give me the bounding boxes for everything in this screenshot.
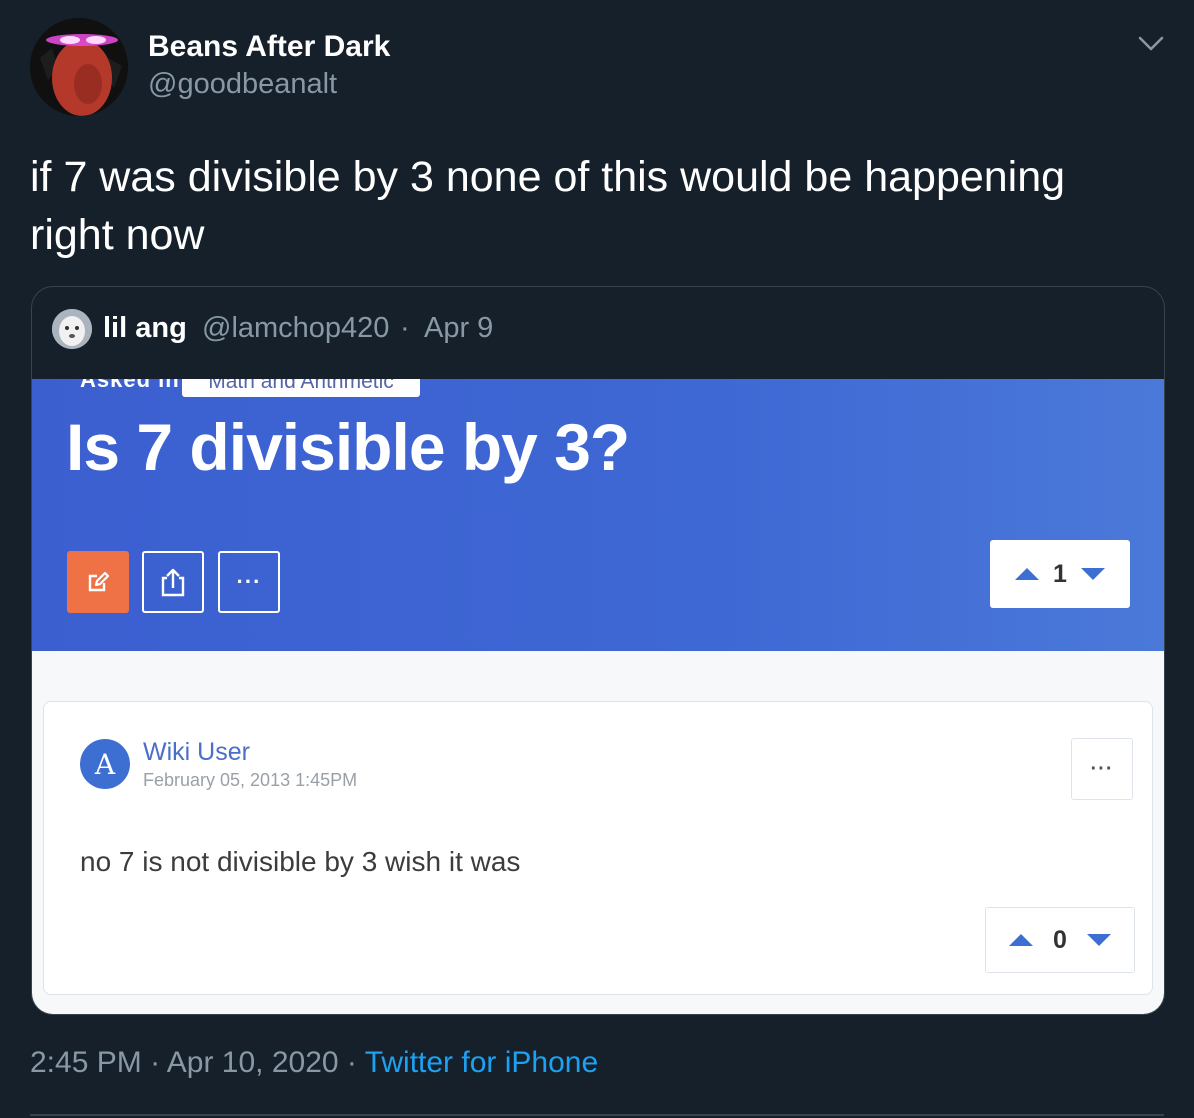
answer-date: February 05, 2013 1:45PM xyxy=(143,770,358,790)
quoted-author-handle[interactable]: @lamchop420 xyxy=(202,312,389,345)
tweet-text: if 7 was divisible by 3 none of this wou… xyxy=(30,153,1066,259)
separator-dot: · xyxy=(150,1046,161,1079)
question-banner: Asked in Math and Arithmetic Is 7 divisi… xyxy=(32,379,1164,651)
ghost-avatar-image xyxy=(52,309,92,349)
share-icon xyxy=(161,568,185,597)
question-vote-count: 1 xyxy=(1053,559,1067,588)
downvote-icon xyxy=(1086,934,1111,946)
upvote-icon xyxy=(1015,568,1040,580)
answer-vote-count: 0 xyxy=(1053,925,1067,954)
category-tag: Math and Arithmetic xyxy=(182,379,420,397)
quoted-author-name[interactable]: lil ang xyxy=(103,312,187,345)
tweet-date[interactable]: Apr 10, 2020 xyxy=(167,1046,339,1079)
tweet-metadata: 2:45 PM · Apr 10, 2020 · Twitter for iPh… xyxy=(30,1046,598,1080)
edit-icon xyxy=(88,571,110,592)
answer-author-name: Wiki User xyxy=(143,738,250,766)
more-options-button: ··· xyxy=(218,551,280,613)
question-title: Is 7 divisible by 3? xyxy=(66,410,630,484)
answer-author-avatar: A xyxy=(80,739,130,789)
quoted-tweet-date[interactable]: Apr 9 xyxy=(424,312,493,345)
divider xyxy=(30,1114,1164,1116)
answer-vote-widget: 0 xyxy=(985,907,1135,973)
quoted-author-avatar[interactable] xyxy=(52,309,92,349)
edit-button xyxy=(67,551,129,613)
upvote-icon xyxy=(1009,934,1034,946)
quoted-tweet-card[interactable]: lil ang @lamchop420 · Apr 9 Asked in Mat… xyxy=(31,286,1165,1015)
answer-card: A Wiki User February 05, 2013 1:45PM ···… xyxy=(43,701,1153,995)
bean-avatar-image xyxy=(30,18,128,116)
author-display-name[interactable]: Beans After Dark xyxy=(148,30,390,64)
client-link[interactable]: Twitter for iPhone xyxy=(365,1046,598,1079)
separator-dot: · xyxy=(346,1046,357,1079)
quoted-screenshot-image[interactable]: Asked in Math and Arithmetic Is 7 divisi… xyxy=(32,379,1164,1014)
downvote-icon xyxy=(1080,568,1105,580)
chevron-down-icon[interactable] xyxy=(1134,30,1168,58)
share-button xyxy=(142,551,204,613)
author-avatar[interactable] xyxy=(30,18,128,116)
question-vote-widget: 1 xyxy=(990,540,1130,608)
tweet-time[interactable]: 2:45 PM xyxy=(30,1046,142,1079)
author-handle[interactable]: @goodbeanalt xyxy=(148,68,337,101)
separator-dot: · xyxy=(400,312,410,344)
answer-more-button: ··· xyxy=(1071,738,1133,800)
asked-in-label: Asked in xyxy=(80,379,180,392)
answer-text: no 7 is not divisible by 3 wish it was xyxy=(80,846,521,877)
